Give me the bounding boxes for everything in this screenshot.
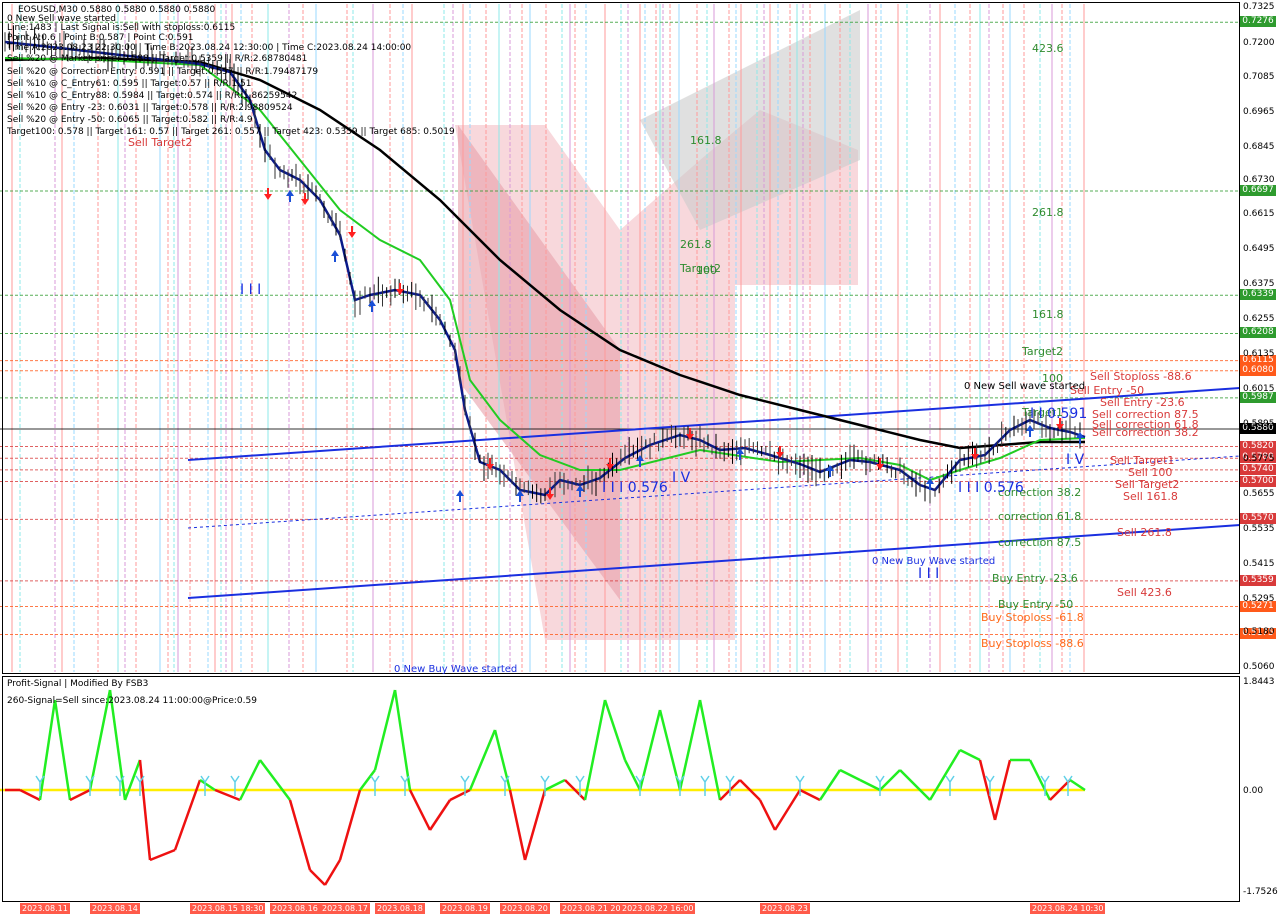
chart-stage: EOSUSD,M30 0.5880 0.5880 0.5880 0.5880 0… — [0, 0, 1280, 920]
price-tag: 0.5740 — [1240, 463, 1276, 475]
time-tag: 2023.08.15 18:30 — [190, 903, 266, 914]
price-tick: 0.6135 — [1243, 348, 1275, 359]
level-label-orange: Buy Stoploss -88.6 — [981, 637, 1084, 650]
price-tag: 0.5700 — [1240, 475, 1276, 487]
price-tick: 0.6845 — [1243, 141, 1275, 152]
sell-target-label: Sell Target2 — [128, 136, 193, 149]
info-line: Time A:2023.08.23 22:30:00 | Time B:2023… — [7, 43, 412, 53]
price-tag: 0.6339 — [1240, 289, 1276, 301]
level-label-green: 161.8 — [690, 134, 722, 147]
info-line: Line:1483 | Last Signal is:Sell with sto… — [7, 23, 236, 33]
price-tick: 0.5060 — [1243, 662, 1275, 672]
elliott-label: I I I — [240, 282, 262, 298]
info-line: Sell %20 @ Entry -23: 0.6031 || Target:0… — [7, 103, 293, 113]
indicator-axis-top: 1.8443 — [1243, 677, 1275, 687]
time-tag: 2023.08.18 — [375, 903, 425, 914]
price-tick: 0.6965 — [1243, 106, 1275, 117]
price-tick: 0.5655 — [1243, 488, 1275, 499]
indicator-panel-border — [2, 676, 1240, 902]
level-label-green: correction 87.5 — [998, 536, 1082, 549]
price-tick: 0.5415 — [1243, 558, 1275, 569]
price-tick: 0.6495 — [1243, 243, 1275, 254]
level-label-green: 261.8 — [680, 238, 712, 251]
price-tick: 0.5295 — [1243, 593, 1275, 604]
wave-label: 0 New Buy Wave started — [394, 664, 518, 675]
price-tag: 0.5359 — [1240, 574, 1276, 586]
info-line: Sell %10 @ C_Entry61: 0.595 || Target:0.… — [7, 79, 252, 89]
level-label-green: 161.8 — [1032, 308, 1064, 321]
price-tick: 0.6255 — [1243, 313, 1275, 324]
level-label-green: 100 — [696, 264, 717, 277]
indicator-axis-bottom: -1.7526 — [1243, 887, 1278, 897]
info-line: Target100: 0.578 || Target 161: 0.57 || … — [7, 127, 455, 137]
time-tag: 2023.08.11 — [20, 903, 70, 914]
level-label-green: Buy Entry -50 — [998, 598, 1074, 611]
time-tag: 2023.08.14 — [90, 903, 140, 914]
time-tag: 2023.08.20 — [500, 903, 550, 914]
level-label-red: Sell 423.6 — [1117, 586, 1172, 599]
level-label-green: Target2 — [1022, 345, 1064, 358]
level-label-red: Sell 161.8 — [1123, 490, 1178, 503]
wave-label: 0 New Sell wave started — [964, 381, 1086, 392]
price-tick: 0.6615 — [1243, 208, 1275, 219]
level-label-orange: Buy Stoploss -61.8 — [981, 611, 1084, 624]
info-line: Sell %20 @ Correction Entry: 0.591 || Ta… — [7, 67, 319, 77]
level-label-green: 423.6 — [1032, 42, 1064, 55]
indicator-signal: 260-Signal=Sell since:2023.08.24 11:00:0… — [7, 696, 257, 706]
info-line: Sell %20 @ Market price: 0.588 || Target… — [7, 54, 308, 64]
price-tick: 0.6015 — [1243, 383, 1275, 394]
price-tag: 0.6208 — [1240, 327, 1276, 339]
time-tag: 2023.08.24 10:30 — [1030, 903, 1106, 914]
level-label-red: Sell correction 38.2 — [1092, 426, 1199, 439]
info-line: Sell %10 @ C_Entry88: 0.5984 || Target:0… — [7, 91, 298, 101]
elliott-label: I I I 0.576 — [602, 480, 668, 496]
level-label-red: Sell 261.8 — [1117, 526, 1172, 539]
price-tick: 0.6375 — [1243, 278, 1275, 289]
price-tag: 0.6080 — [1240, 364, 1276, 376]
price-tick: 0.7085 — [1243, 71, 1275, 82]
level-label-green: correction 61.8 — [998, 510, 1082, 523]
time-tag: 2023.08.23 — [760, 903, 810, 914]
price-tick: 0.5535 — [1243, 523, 1275, 534]
price-tick: 0.5775 — [1243, 453, 1275, 464]
time-tag: 2023.08.22 16:00 — [620, 903, 696, 914]
elliott-label: I V — [1066, 452, 1085, 468]
level-label-green: 261.8 — [1032, 206, 1064, 219]
time-tag: 2023.08.17 — [320, 903, 370, 914]
price-tag: 0.7276 — [1240, 16, 1276, 28]
level-label-green: Buy Entry -23.6 — [992, 572, 1078, 585]
price-tick: 0.5895 — [1243, 418, 1275, 429]
time-tag: 2023.08.19 — [440, 903, 490, 914]
level-label-red: Sell Stoploss -88.6 — [1090, 370, 1192, 383]
elliott-label: I V — [672, 470, 691, 486]
indicator-axis-zero: 0.00 — [1243, 786, 1264, 796]
price-tick: 0.5180 — [1243, 627, 1275, 638]
elliott-label: I I 0.591 — [1030, 406, 1088, 422]
price-tick: 0.7200 — [1243, 38, 1275, 49]
indicator-title: Profit-Signal | Modified By FSB3 — [7, 679, 149, 689]
info-line: Sell %20 @ Entry -50: 0.6065 || Target:0… — [7, 115, 253, 125]
price-tick: 0.7325 — [1243, 2, 1275, 12]
elliott-label: I I I 0.576 — [958, 480, 1024, 496]
price-tag: 0.5820 — [1240, 440, 1276, 452]
info-line: Point A:0.6 | Point B:0.587 | Point C:0.… — [7, 33, 194, 43]
elliott-label: I I I — [918, 566, 940, 582]
price-tick: 0.6730 — [1243, 175, 1275, 186]
price-tag: 0.6697 — [1240, 184, 1276, 196]
